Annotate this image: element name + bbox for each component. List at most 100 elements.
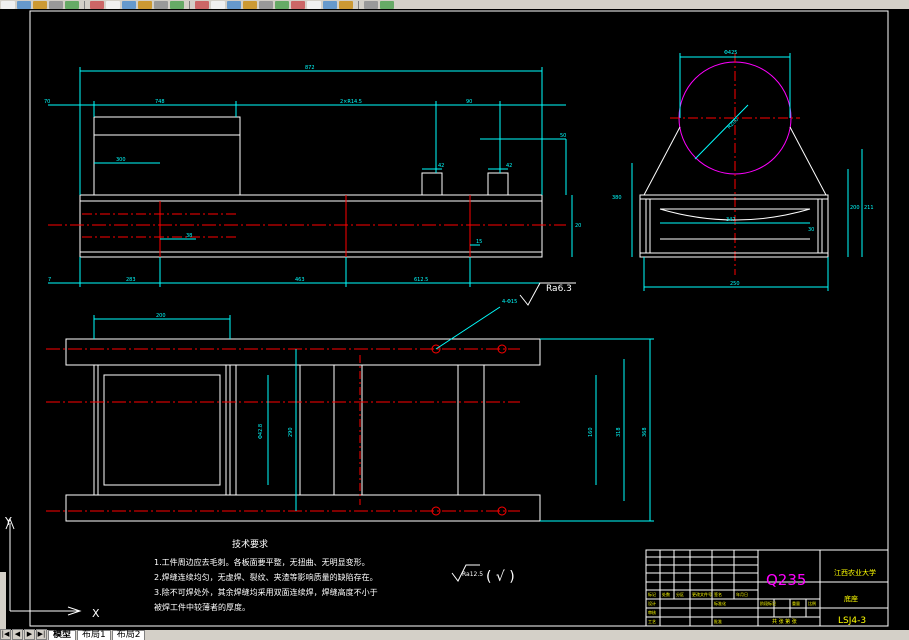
svg-text:X: X [92,607,100,620]
svg-text:70: 70 [44,99,50,105]
svg-text:R200: R200 [726,117,739,130]
svg-text:Ra6.3: Ra6.3 [546,284,572,294]
svg-text:200: 200 [156,313,166,319]
properties-icon[interactable] [275,0,289,9]
design-center-icon[interactable] [291,0,305,9]
layout-tab-bar: |◀ ◀ ▶ ▶| 模型 布局1 布局2 [0,629,909,640]
prev-tab-button[interactable]: ◀ [12,629,23,640]
undo-icon[interactable] [154,0,168,9]
svg-text:批准: 批准 [714,618,722,624]
cut-icon[interactable] [90,0,104,9]
paste-icon[interactable] [122,0,136,9]
drawing-number-text: LSJ4-3 [838,616,866,626]
title-block: Q235 江西农业大学 底座 LSJ4-3 共 张 第 张 标记 处数 分区 更… [645,549,889,627]
hyperlink-icon[interactable] [195,0,209,9]
svg-text:1.工件周边应去毛刺。各板面要平整，无扭曲、无明显变形。: 1.工件周边应去毛刺。各板面要平整，无扭曲、无明显变形。 [154,557,370,567]
svg-text:比例: 比例 [808,600,816,606]
svg-text:380: 380 [612,195,622,201]
svg-text:阶段标记: 阶段标记 [760,600,776,606]
save-icon[interactable] [33,0,47,9]
svg-text:347: 347 [726,217,736,223]
side-view-dimension-text: Φ425 R200 347 250 200 211 380 30 [612,50,874,287]
front-view [48,67,573,287]
material-text: Q235 [766,571,806,589]
svg-text:更改文件号: 更改文件号 [692,591,712,597]
svg-text:290: 290 [288,427,294,437]
svg-text:技术要求: 技术要求 [232,538,268,550]
svg-text:标准化: 标准化 [714,600,726,606]
svg-text:7: 7 [48,277,51,283]
svg-text:612.5: 612.5 [414,277,428,283]
svg-text:审核: 审核 [648,609,656,615]
tool-palettes-icon[interactable] [307,0,321,9]
svg-text:463: 463 [295,277,305,283]
svg-text:15: 15 [476,239,482,245]
technical-requirements: 技术要求 1.工件周边应去毛刺。各板面要平整，无扭曲、无明显变形。 2.焊缝连续… [154,538,378,612]
svg-text:50: 50 [560,133,566,139]
svg-text:被焊工件中较薄者的厚度。: 被焊工件中较薄者的厚度。 [154,602,250,612]
svg-text:20: 20 [575,223,581,229]
svg-text:283: 283 [126,277,136,283]
part-name-text: 底座 [844,594,858,603]
svg-text:90: 90 [466,99,472,105]
svg-text:38: 38 [186,233,192,239]
svg-text:3.除不可焊处外，其余焊缝均采用双面连续焊，焊缝高度不小于: 3.除不可焊处外，其余焊缝均采用双面连续焊，焊缝高度不小于 [154,587,378,597]
tab-model[interactable]: 模型 [48,630,77,640]
svg-text:318: 318 [616,427,622,437]
layer-state-icon[interactable] [380,0,394,9]
svg-text:748: 748 [155,99,165,105]
zoom-window-icon[interactable] [243,0,257,9]
svg-text:重量: 重量 [792,600,800,606]
ucs-icon: Y X [4,515,100,620]
svg-text:年月日: 年月日 [736,591,748,597]
svg-text:工艺: 工艺 [648,619,656,624]
roughness-symbol: Ra6.3 4-Φ15 [502,282,576,306]
toolbar-separator [358,0,359,9]
svg-text:30: 30 [808,227,814,233]
svg-text:处数: 处数 [662,591,670,597]
svg-text:4-Φ15: 4-Φ15 [502,299,517,305]
standard-toolbar [0,0,909,9]
svg-text:Ra12.5: Ra12.5 [462,571,483,578]
svg-text:共 张 第 张: 共 张 第 张 [772,618,797,625]
pan-icon[interactable] [211,0,225,9]
new-file-icon[interactable] [1,0,15,9]
svg-text:42: 42 [438,163,444,169]
svg-text:42: 42 [506,163,512,169]
last-tab-button[interactable]: ▶| [36,629,47,640]
help-icon[interactable] [339,0,353,9]
redo-icon[interactable] [170,0,184,9]
general-roughness: Ra12.5 ( √ ) [451,564,515,585]
top-view [46,306,654,522]
left-panel-strip [0,572,6,630]
preview-icon[interactable] [65,0,79,9]
svg-text:签名: 签名 [714,591,722,597]
calculator-icon[interactable] [323,0,337,9]
toolbar-separator [189,0,190,9]
svg-text:211: 211 [864,205,874,211]
school-text: 江西农业大学 [834,568,876,577]
open-icon[interactable] [17,0,31,9]
zoom-realtime-icon[interactable] [227,0,241,9]
next-tab-button[interactable]: ▶ [24,629,35,640]
front-view-dimension-text: 872 70 748 2×R14.5 90 300 42 42 50 20 38… [44,65,581,283]
svg-text:2×R14.5: 2×R14.5 [340,99,362,105]
svg-text:标记: 标记 [648,591,656,597]
svg-text:Φ425: Φ425 [724,50,737,56]
svg-text:2.焊缝连续均匀，无虚焊、裂纹、夹渣等影响质量的缺陷存在。: 2.焊缝连续均匀，无虚焊、裂纹、夹渣等影响质量的缺陷存在。 [154,572,378,582]
tab-layout2[interactable]: 布局2 [111,630,146,640]
svg-text:872: 872 [305,65,315,71]
svg-text:Φ42.8: Φ42.8 [258,424,264,439]
svg-text:200: 200 [850,205,860,211]
drawing-canvas[interactable]: 872 70 748 2×R14.5 90 300 42 42 50 20 38… [0,9,909,630]
svg-text:Y: Y [4,515,12,528]
svg-text:分区: 分区 [676,591,684,597]
match-properties-icon[interactable] [138,0,152,9]
layer-icon[interactable] [364,0,378,9]
copy-icon[interactable] [106,0,120,9]
print-icon[interactable] [49,0,63,9]
tab-layout1[interactable]: 布局1 [77,630,111,640]
first-tab-button[interactable]: |◀ [0,629,11,640]
svg-text:设计: 设计 [648,600,656,606]
zoom-previous-icon[interactable] [259,0,273,9]
